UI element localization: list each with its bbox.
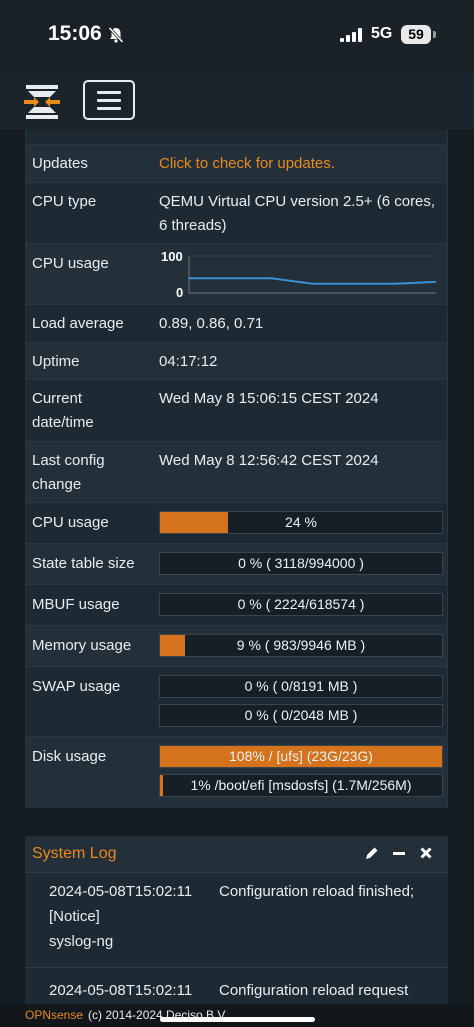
- state-table-label: State table size: [32, 555, 135, 572]
- log-timestamp: 2024-05-08T15:02:11 [Notice] syslog-ng: [49, 879, 211, 954]
- load-average-row: Load average 0.89, 0.86, 0.71: [26, 304, 447, 342]
- log-source: syslog-ng: [49, 933, 114, 950]
- graph-y-max: 100: [161, 249, 183, 264]
- swap-text-1: 0 % ( 0/8191 MB ): [244, 678, 358, 694]
- network-type: 5G: [371, 25, 393, 42]
- disk-text-2: 1% /boot/efi [msdosfs] (1.7M/256M): [190, 777, 412, 793]
- disk-bar-1: 108% / [ufs] (23G/23G): [159, 745, 443, 768]
- last-config-row: Last config change Wed May 8 12:56:42 CE…: [26, 441, 447, 502]
- cpu-type-row: CPU type QEMU Virtual CPU version 2.5+ (…: [26, 182, 447, 243]
- log-message: Configuration reload request: [219, 982, 409, 999]
- system-log-widget: System Log 2024-05-08T15:02:11 [Notice] …: [25, 836, 448, 1027]
- cpu-usage-graph: 100 0: [161, 249, 437, 300]
- log-timestamp: 2024-05-08T15:02:11: [49, 982, 193, 999]
- menu-toggle-button[interactable]: [83, 80, 135, 120]
- opnsense-logo-icon[interactable]: [22, 82, 62, 122]
- close-icon[interactable]: [418, 845, 434, 861]
- state-table-bar: 0 % ( 3118/994000 ): [159, 552, 443, 575]
- state-table-row: State table size 0 % ( 3118/994000 ): [26, 543, 447, 584]
- memory-label: Memory usage: [32, 637, 132, 654]
- last-config-value: Wed May 8 12:56:42 CEST 2024: [159, 452, 379, 469]
- cpu-usage-label: CPU usage: [32, 514, 109, 531]
- system-log-title: System Log: [32, 845, 117, 862]
- system-log-header: System Log: [25, 836, 448, 873]
- cpu-graph-row: CPU usage 100 0: [26, 243, 447, 304]
- cpu-usage-row: CPU usage 24 %: [26, 502, 447, 543]
- current-time-row: Current date/time Wed May 8 15:06:15 CES…: [26, 379, 447, 441]
- battery-tip: [433, 31, 436, 38]
- swap-bar-1: 0 % ( 0/8191 MB ): [159, 675, 443, 698]
- footer-brand-link[interactable]: OPNsense: [25, 1008, 83, 1022]
- status-time: 15:06: [48, 22, 102, 45]
- disk-label: Disk usage: [32, 748, 107, 765]
- graph-y-min: 0: [176, 285, 183, 300]
- signal-icon: [340, 28, 362, 42]
- load-average-label: Load average: [32, 315, 124, 332]
- memory-bar: 9 % ( 983/9946 MB ): [159, 634, 443, 657]
- disk-row: Disk usage 108% / [ufs] (23G/23G) 1% /bo…: [26, 736, 447, 808]
- cpu-type-label: CPU type: [32, 193, 97, 210]
- system-info-widget: Updates Click to check for updates. CPU …: [25, 130, 448, 808]
- mbuf-bar: 0 % ( 2224/618574 ): [159, 593, 443, 616]
- updates-row: Updates Click to check for updates.: [26, 144, 447, 182]
- load-average-value: 0.89, 0.86, 0.71: [159, 315, 264, 332]
- last-config-label: Last config change: [32, 452, 105, 493]
- top-navbar: [0, 72, 474, 131]
- updates-label: Updates: [32, 155, 88, 172]
- cpu-graph-label: CPU usage: [32, 255, 109, 272]
- memory-text: 9 % ( 983/9946 MB ): [236, 637, 366, 653]
- status-bar: 15:06 5G 59: [0, 0, 474, 72]
- swap-label: SWAP usage: [32, 678, 121, 695]
- swap-text-2: 0 % ( 0/2048 MB ): [244, 707, 358, 723]
- mbuf-text: 0 % ( 2224/618574 ): [237, 596, 365, 612]
- check-updates-link[interactable]: Click to check for updates.: [159, 152, 444, 176]
- memory-row: Memory usage 9 % ( 983/9946 MB ): [26, 625, 447, 666]
- mbuf-label: MBUF usage: [32, 596, 120, 613]
- current-time-value: Wed May 8 15:06:15 CEST 2024: [159, 390, 379, 407]
- bell-muted-icon: [108, 26, 124, 44]
- disk-bar-2: 1% /boot/efi [msdosfs] (1.7M/256M): [159, 774, 443, 797]
- log-timestamp-text: 2024-05-08T15:02:11: [49, 883, 193, 900]
- hamburger-menu-icon: [97, 91, 121, 94]
- cpu-type-value: QEMU Virtual CPU version 2.5+ (6 cores, …: [159, 193, 436, 234]
- page-footer: OPNsense (c) 2014-2024 Deciso B.V.: [0, 1004, 474, 1027]
- cpu-usage-text: 24 %: [285, 514, 317, 530]
- current-time-label: Current date/time: [32, 390, 94, 431]
- mbuf-row: MBUF usage 0 % ( 2224/618574 ): [26, 584, 447, 625]
- uptime-value: 04:17:12: [159, 353, 218, 370]
- cpu-graph-line: [189, 277, 437, 285]
- log-level: [Notice]: [49, 908, 100, 925]
- log-entry: 2024-05-08T15:02:11 [Notice] syslog-ng C…: [25, 872, 448, 967]
- minus-icon[interactable]: [391, 845, 407, 861]
- uptime-label: Uptime: [32, 353, 80, 370]
- swap-row: SWAP usage 0 % ( 0/8191 MB ) 0 % ( 0/204…: [26, 666, 447, 736]
- pencil-icon[interactable]: [364, 845, 380, 861]
- log-message: Configuration reload finished;: [219, 883, 415, 900]
- disk-text-1: 108% / [ufs] (23G/23G): [229, 748, 373, 764]
- home-indicator[interactable]: [160, 1017, 315, 1022]
- swap-bar-2: 0 % ( 0/2048 MB ): [159, 704, 443, 727]
- cpu-usage-bar: 24 %: [159, 511, 443, 534]
- uptime-row: Uptime 04:17:12: [26, 342, 447, 379]
- battery-icon: 59: [401, 25, 431, 44]
- state-table-text: 0 % ( 3118/994000 ): [238, 555, 364, 571]
